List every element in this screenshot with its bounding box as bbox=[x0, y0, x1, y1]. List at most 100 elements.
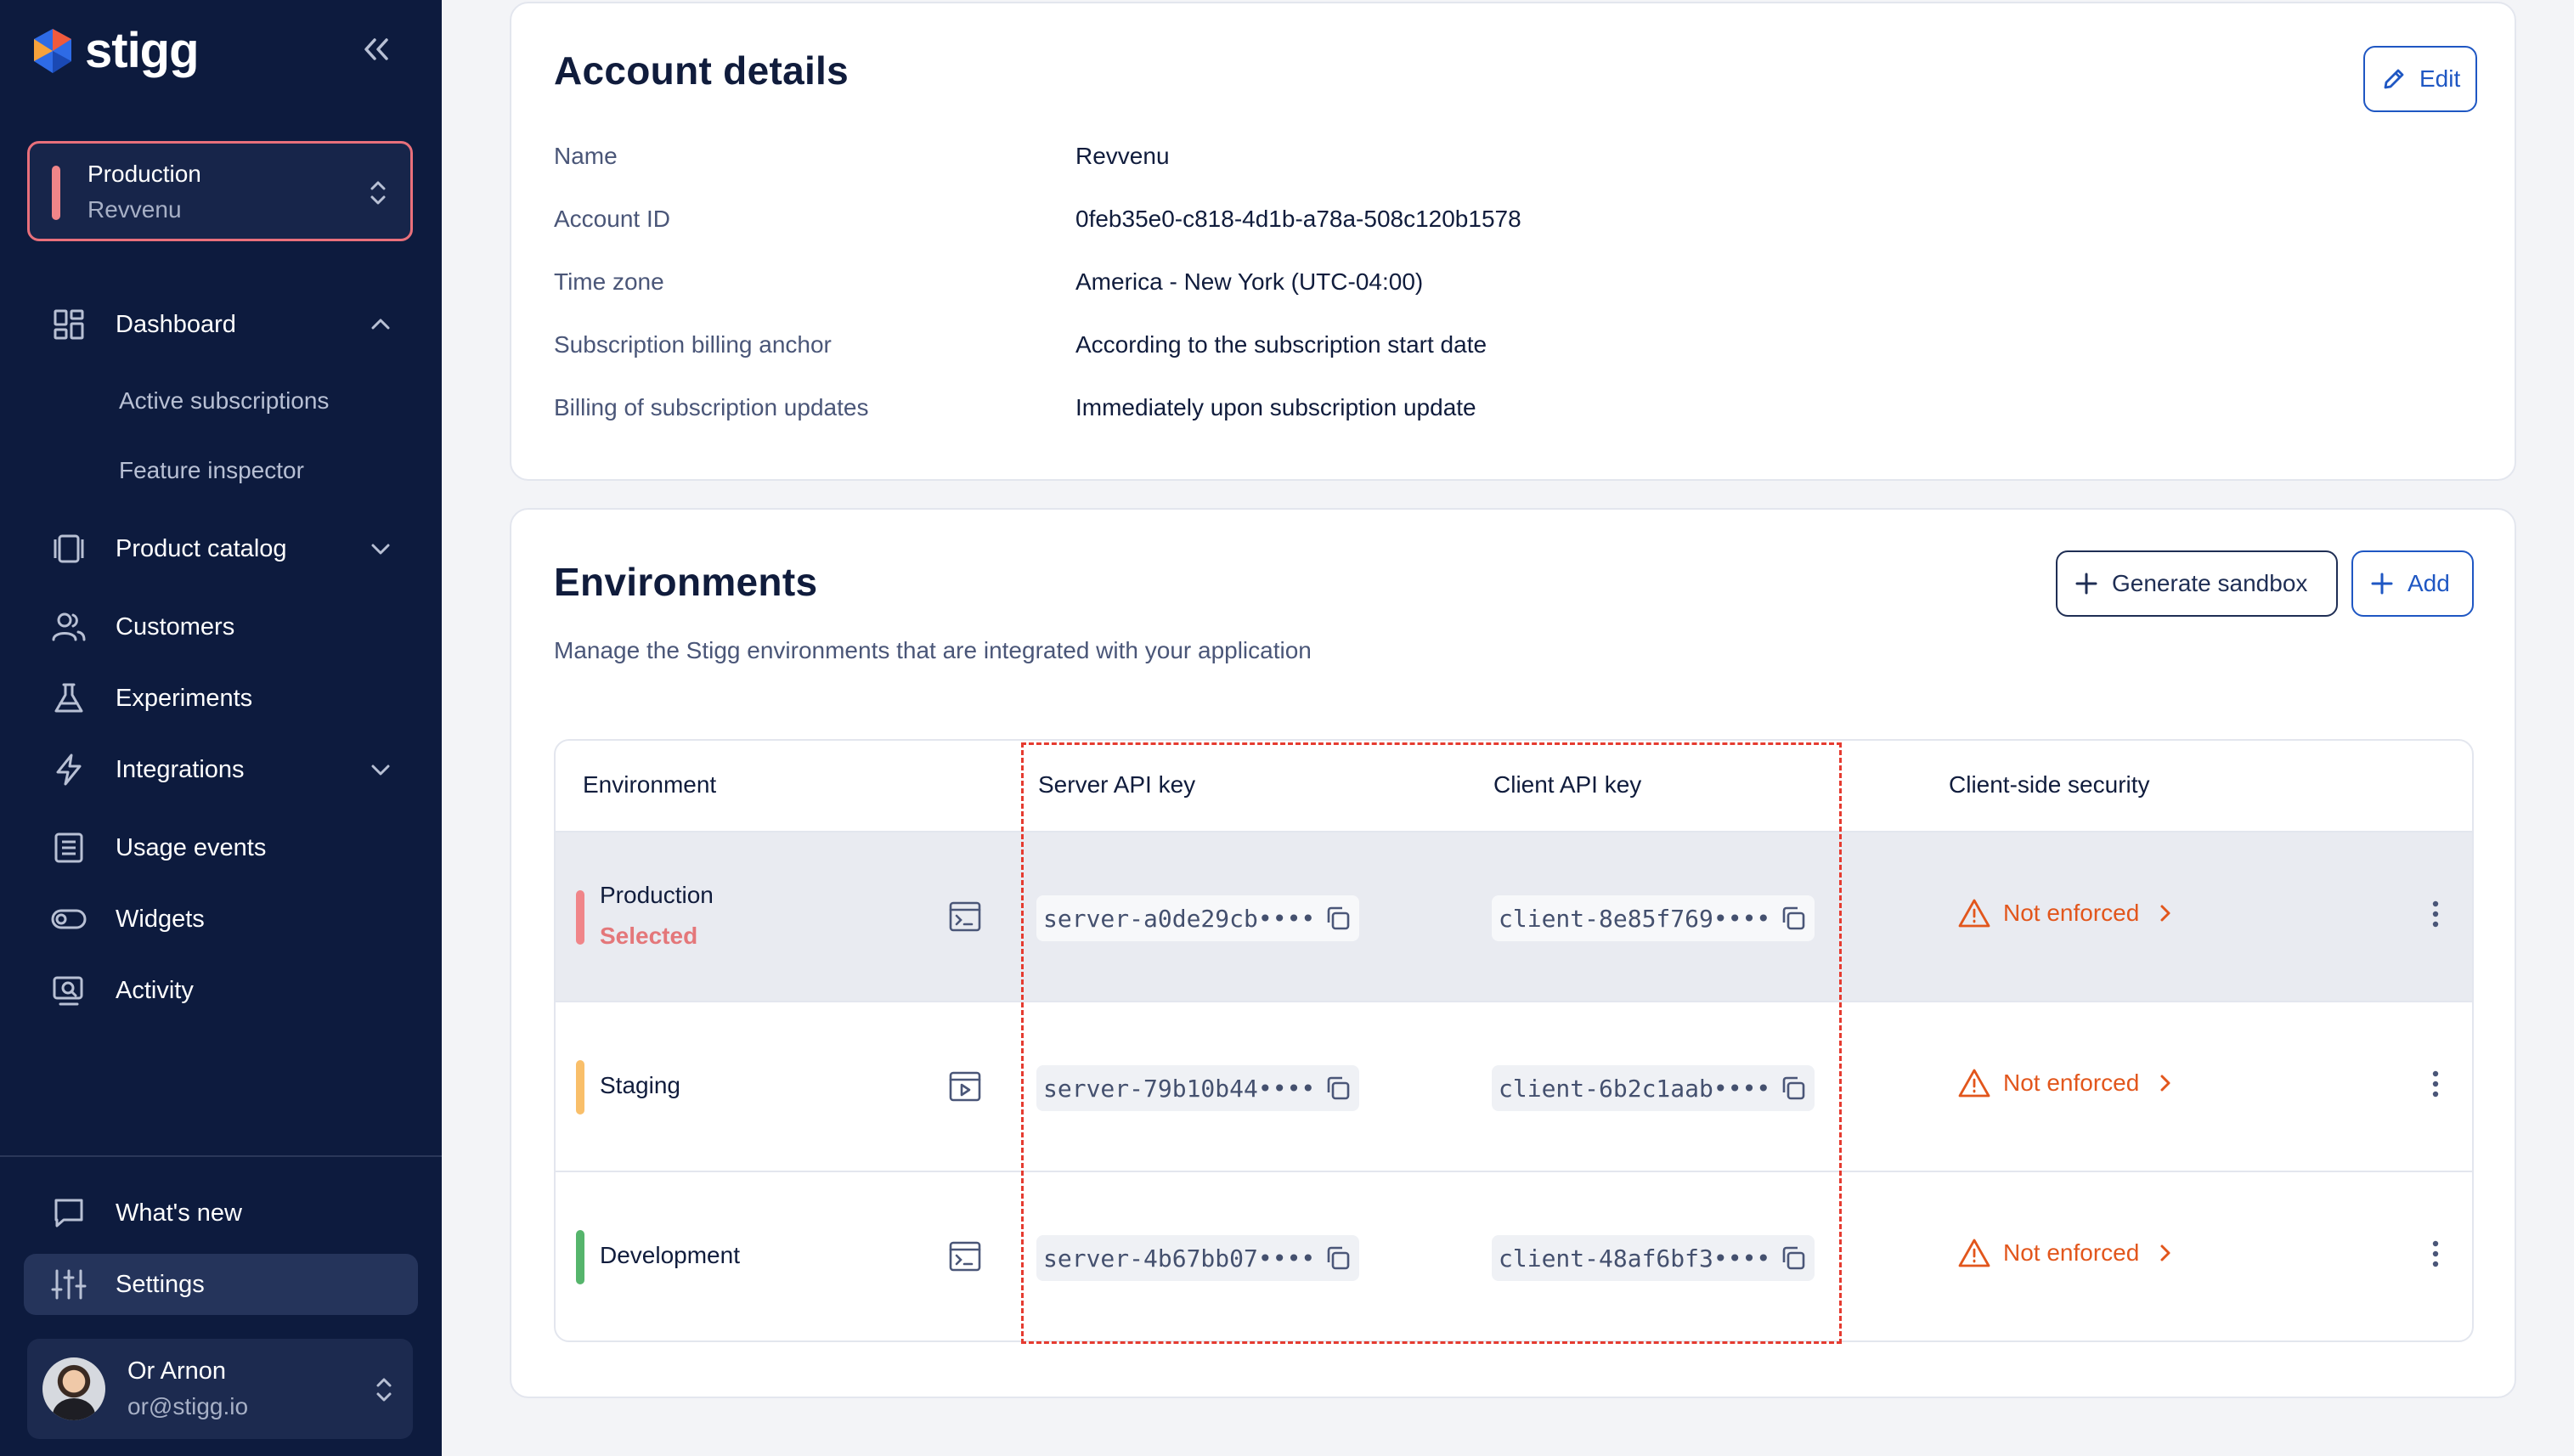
field-value-account-id: 0feb35e0-c818-4d1b-a78a-508c120b1578 bbox=[1075, 206, 1521, 232]
copy-icon[interactable] bbox=[1779, 904, 1808, 933]
column-header-server-api-key: Server API key bbox=[1038, 771, 1196, 798]
server-key-chip: server-a0de29cb•••• bbox=[1036, 895, 1360, 941]
nav-whats-new[interactable]: What's new bbox=[24, 1182, 418, 1244]
environment-color-bar bbox=[52, 166, 60, 220]
client-key-chip: client-6b2c1aab•••• bbox=[1492, 1065, 1815, 1111]
environment-switcher-account: Revvenu bbox=[87, 196, 182, 223]
environment-name: Staging bbox=[600, 1072, 680, 1098]
generate-sandbox-label: Generate sandbox bbox=[2112, 570, 2308, 596]
chevron-up-icon bbox=[371, 319, 390, 330]
client-security-link[interactable]: Not enforced bbox=[1957, 1067, 2175, 1099]
sidebar: stigg Production Revvenu Dashboard Activ… bbox=[0, 0, 442, 1456]
user-name: Or Arnon bbox=[127, 1357, 227, 1385]
copy-icon[interactable] bbox=[1779, 1074, 1808, 1103]
client-key-chip: client-8e85f769•••• bbox=[1492, 895, 1815, 941]
client-security-status: Not enforced bbox=[2003, 1239, 2140, 1266]
nav-widgets-label: Widgets bbox=[116, 905, 205, 933]
environments-card: Environments Manage the Stigg environmen… bbox=[510, 508, 2516, 1398]
chevron-right-icon bbox=[2160, 905, 2170, 922]
chevron-down-icon bbox=[371, 544, 390, 555]
selected-badge: Selected bbox=[600, 923, 698, 949]
double-chevron-left-icon bbox=[364, 38, 388, 60]
server-key-chip: server-4b67bb07•••• bbox=[1036, 1235, 1360, 1281]
nav-dashboard[interactable]: Dashboard bbox=[24, 294, 418, 355]
edit-account-label: Edit bbox=[2419, 65, 2461, 92]
terminal-icon[interactable] bbox=[948, 900, 982, 933]
nav-product-catalog[interactable]: Product catalog bbox=[24, 518, 418, 579]
avatar bbox=[42, 1357, 105, 1420]
client-api-key-value: client-8e85f769•••• bbox=[1499, 904, 1771, 933]
server-key-chip: server-79b10b44•••• bbox=[1036, 1065, 1360, 1111]
terminal-icon[interactable] bbox=[948, 1070, 982, 1103]
more-options-icon[interactable] bbox=[2430, 1237, 2441, 1271]
client-security-link[interactable]: Not enforced bbox=[1957, 1237, 2175, 1269]
nav-customers[interactable]: Customers bbox=[24, 596, 418, 657]
stigg-logo-icon bbox=[34, 28, 71, 73]
chevron-up-down-icon bbox=[376, 1378, 392, 1402]
copy-icon[interactable] bbox=[1324, 1244, 1352, 1273]
field-label-name: Name bbox=[554, 143, 618, 169]
warning-icon bbox=[1958, 1239, 1990, 1267]
toggle-icon bbox=[46, 896, 92, 942]
nav-feature-inspector[interactable]: Feature inspector bbox=[119, 457, 304, 484]
table-row[interactable]: Production Selected server-a0de29cb•••• … bbox=[556, 831, 2472, 1001]
client-security-link[interactable]: Not enforced bbox=[1957, 897, 2175, 929]
nav-integrations[interactable]: Integrations bbox=[24, 739, 418, 800]
environment-color-bar bbox=[576, 890, 584, 945]
environment-switcher-name: Production bbox=[87, 161, 201, 187]
field-label-billing-updates: Billing of subscription updates bbox=[554, 394, 869, 420]
copy-icon[interactable] bbox=[1324, 1074, 1352, 1103]
collapse-sidebar-button[interactable] bbox=[357, 32, 396, 66]
activity-icon bbox=[46, 968, 92, 1013]
client-security-status: Not enforced bbox=[2003, 900, 2140, 926]
terminal-icon[interactable] bbox=[948, 1240, 982, 1273]
nav-experiments[interactable]: Experiments bbox=[24, 668, 418, 729]
field-value-billing-updates: Immediately upon subscription update bbox=[1075, 394, 1476, 420]
account-details-title: Account details bbox=[554, 48, 850, 93]
environment-name: Development bbox=[600, 1242, 740, 1268]
environments-table: Environment Server API key Client API ke… bbox=[554, 739, 2474, 1342]
nav-widgets[interactable]: Widgets bbox=[24, 889, 418, 950]
customers-icon bbox=[46, 604, 92, 650]
catalog-icon bbox=[46, 526, 92, 572]
copy-icon[interactable] bbox=[1324, 904, 1352, 933]
field-label-billing-anchor: Subscription billing anchor bbox=[554, 331, 832, 358]
add-environment-button[interactable]: Add bbox=[2351, 550, 2474, 617]
more-options-icon[interactable] bbox=[2430, 1067, 2441, 1101]
table-row[interactable]: Development server-4b67bb07•••• client-4… bbox=[556, 1171, 2472, 1340]
field-value-billing-anchor: According to the subscription start date bbox=[1075, 331, 1487, 358]
user-email: or@stigg.io bbox=[127, 1393, 249, 1419]
field-label-time-zone: Time zone bbox=[554, 268, 664, 295]
field-label-account-id: Account ID bbox=[554, 206, 670, 232]
more-options-icon[interactable] bbox=[2430, 897, 2441, 931]
dashboard-icon bbox=[46, 302, 92, 347]
client-api-key-value: client-6b2c1aab•••• bbox=[1499, 1074, 1771, 1103]
generate-sandbox-button[interactable]: Generate sandbox bbox=[2056, 550, 2338, 617]
list-icon bbox=[46, 825, 92, 871]
edit-account-button[interactable]: Edit bbox=[2363, 46, 2478, 112]
copy-icon[interactable] bbox=[1779, 1244, 1808, 1273]
environment-switcher[interactable]: Production Revvenu bbox=[27, 141, 413, 241]
client-security-status: Not enforced bbox=[2003, 1069, 2140, 1096]
stigg-logo[interactable]: stigg bbox=[27, 22, 200, 79]
sidebar-divider bbox=[0, 1155, 442, 1157]
nav-usage-events-label: Usage events bbox=[116, 833, 267, 861]
nav-customers-label: Customers bbox=[116, 612, 235, 641]
plus-icon bbox=[2371, 573, 2393, 595]
column-header-environment: Environment bbox=[583, 771, 717, 798]
environments-title: Environments bbox=[554, 560, 818, 604]
server-api-key-value: server-79b10b44•••• bbox=[1043, 1074, 1316, 1103]
user-menu[interactable]: Or Arnon or@stigg.io bbox=[27, 1339, 413, 1439]
chevron-right-icon bbox=[2160, 1075, 2170, 1092]
nav-experiments-label: Experiments bbox=[116, 684, 253, 712]
environment-color-bar bbox=[576, 1230, 584, 1284]
brand-name: stigg bbox=[85, 23, 200, 78]
nav-activity[interactable]: Activity bbox=[24, 960, 418, 1021]
field-value-time-zone: America - New York (UTC-04:00) bbox=[1075, 268, 1424, 295]
environments-description: Manage the Stigg environments that are i… bbox=[554, 637, 1312, 663]
nav-settings[interactable]: Settings bbox=[24, 1254, 418, 1315]
nav-active-subscriptions[interactable]: Active subscriptions bbox=[119, 387, 329, 415]
nav-usage-events[interactable]: Usage events bbox=[24, 817, 418, 878]
field-value-name: Revvenu bbox=[1075, 143, 1170, 169]
table-row[interactable]: Staging server-79b10b44•••• client-6b2c1… bbox=[556, 1001, 2472, 1171]
